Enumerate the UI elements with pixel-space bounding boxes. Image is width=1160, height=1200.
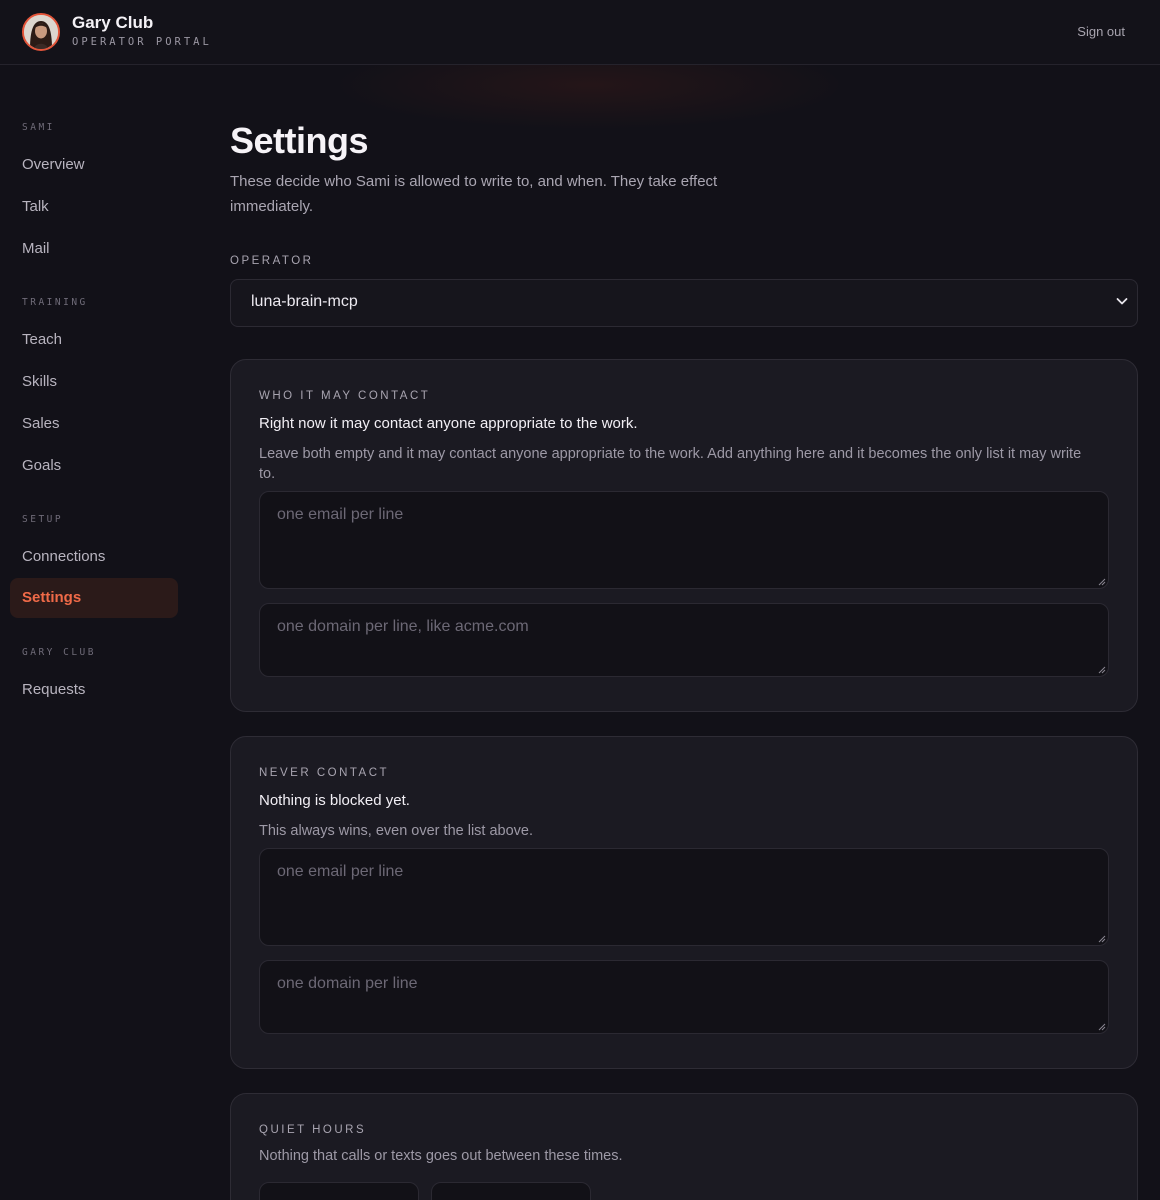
sign-out-link[interactable]: Sign out bbox=[1077, 24, 1125, 39]
who-may-contact-card: WHO IT MAY CONTACT Right now it may cont… bbox=[230, 359, 1138, 712]
who-may-contact-label: WHO IT MAY CONTACT bbox=[259, 390, 431, 402]
avatar-portrait-icon bbox=[24, 15, 58, 49]
sidebar-item-overview[interactable]: Overview bbox=[10, 145, 178, 185]
avatar[interactable] bbox=[22, 13, 60, 51]
never-contact-help: This always wins, even over the list abo… bbox=[259, 823, 534, 839]
who-may-contact-help: Leave both empty and it may contact anyo… bbox=[259, 446, 1082, 482]
blocked-emails-input[interactable]: one email per line bbox=[259, 848, 1109, 946]
resize-grip-icon[interactable] bbox=[1098, 666, 1106, 674]
chevron-down-icon bbox=[1116, 298, 1128, 305]
sidebar-item-settings[interactable]: Settings bbox=[10, 578, 178, 618]
who-may-contact-status: Right now it may contact anyone appropri… bbox=[259, 415, 638, 432]
allowed-domains-placeholder: one domain per line, like acme.com bbox=[277, 618, 529, 635]
sidebar-item-goals[interactable]: Goals bbox=[10, 446, 178, 486]
nav-group-label-gary-club: GARY CLUB bbox=[22, 647, 96, 658]
sidebar-item-skills[interactable]: Skills bbox=[10, 362, 178, 402]
allowed-emails-input[interactable]: one email per line bbox=[259, 491, 1109, 589]
brand-name: Gary Club bbox=[72, 13, 154, 32]
quiet-hours-help: Nothing that calls or texts goes out bet… bbox=[259, 1148, 623, 1164]
never-contact-label: NEVER CONTACT bbox=[259, 767, 390, 779]
sidebar-item-sales[interactable]: Sales bbox=[10, 404, 178, 444]
blocked-domains-placeholder: one domain per line bbox=[277, 975, 418, 992]
resize-grip-icon[interactable] bbox=[1098, 935, 1106, 943]
quiet-hours-start-input[interactable] bbox=[259, 1182, 419, 1200]
sidebar-item-connections[interactable]: Connections bbox=[10, 537, 178, 577]
blocked-domains-input[interactable]: one domain per line bbox=[259, 960, 1109, 1034]
top-bar: Gary Club OPERATOR PORTAL Sign out bbox=[0, 0, 1160, 65]
allowed-domains-input[interactable]: one domain per line, like acme.com bbox=[259, 603, 1109, 677]
blocked-emails-placeholder: one email per line bbox=[277, 863, 404, 880]
sidebar-item-requests[interactable]: Requests bbox=[10, 670, 178, 710]
operator-select-value: luna-brain-mcp bbox=[251, 293, 358, 310]
nav-group-label-setup: SETUP bbox=[22, 514, 64, 525]
quiet-hours-label: QUIET HOURS bbox=[259, 1124, 367, 1136]
nav-group-label-sami: SAMI bbox=[22, 122, 55, 133]
page-description: These decide who Sami is allowed to writ… bbox=[230, 173, 718, 215]
resize-grip-icon[interactable] bbox=[1098, 578, 1106, 586]
operator-label: OPERATOR bbox=[230, 255, 314, 267]
quiet-hours-card: QUIET HOURS Nothing that calls or texts … bbox=[230, 1093, 1138, 1200]
never-contact-status: Nothing is blocked yet. bbox=[259, 792, 410, 809]
resize-grip-icon[interactable] bbox=[1098, 1023, 1106, 1031]
page-title: Settings bbox=[230, 120, 369, 161]
nav-group-label-training: TRAINING bbox=[22, 297, 88, 308]
sidebar-item-teach[interactable]: Teach bbox=[10, 320, 178, 360]
allowed-emails-placeholder: one email per line bbox=[277, 506, 404, 523]
quiet-hours-end-input[interactable] bbox=[431, 1182, 591, 1200]
operator-select[interactable]: luna-brain-mcp bbox=[230, 279, 1138, 327]
brand-subtitle: OPERATOR PORTAL bbox=[72, 36, 212, 48]
never-contact-card: NEVER CONTACT Nothing is blocked yet. Th… bbox=[230, 736, 1138, 1069]
sidebar-item-talk[interactable]: Talk bbox=[10, 187, 178, 227]
sidebar-item-mail[interactable]: Mail bbox=[10, 229, 178, 269]
